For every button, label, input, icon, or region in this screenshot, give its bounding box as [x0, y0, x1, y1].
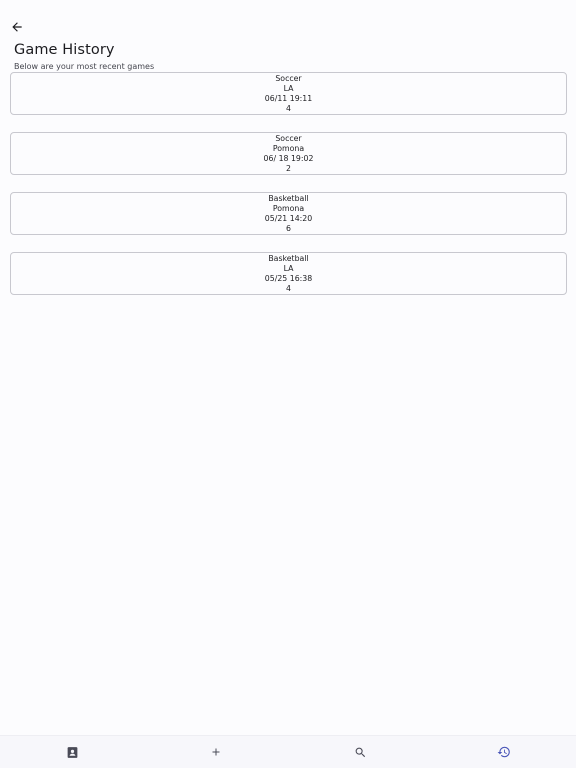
contact-book-icon — [66, 746, 79, 759]
game-count: 4 — [286, 103, 291, 113]
game-datetime: 06/ 18 19:02 — [263, 153, 314, 163]
game-location: LA — [283, 263, 294, 273]
game-card[interactable]: Basketball LA 05/25 16:38 4 — [10, 252, 567, 295]
game-sport: Basketball — [268, 253, 309, 263]
game-location: LA — [283, 83, 294, 93]
game-count: 6 — [286, 223, 291, 233]
game-history-screen: Game History Below are your most recent … — [0, 0, 576, 768]
history-icon — [497, 745, 511, 759]
game-location: Pomona — [272, 143, 305, 153]
add-icon — [210, 746, 222, 758]
game-datetime: 06/11 19:11 — [264, 93, 313, 103]
game-card[interactable]: Soccer LA 06/11 19:11 4 — [10, 72, 567, 115]
game-sport: Soccer — [275, 73, 302, 83]
game-location: Pomona — [272, 203, 305, 213]
game-list: Soccer LA 06/11 19:11 4 Soccer Pomona 06… — [10, 72, 567, 312]
nav-contacts-button[interactable] — [0, 736, 144, 768]
game-card[interactable]: Basketball Pomona 05/21 14:20 6 — [10, 192, 567, 235]
game-datetime: 05/25 16:38 — [264, 273, 313, 283]
game-count: 2 — [286, 163, 291, 173]
game-sport: Basketball — [268, 193, 309, 203]
arrow-back-icon — [10, 20, 24, 34]
game-card[interactable]: Soccer Pomona 06/ 18 19:02 2 — [10, 132, 567, 175]
nav-history-button[interactable] — [432, 736, 576, 768]
back-button[interactable] — [6, 16, 28, 38]
game-datetime: 05/21 14:20 — [264, 213, 313, 223]
page-title: Game History — [14, 42, 115, 58]
search-icon — [354, 746, 367, 759]
bottom-navigation — [0, 735, 576, 768]
game-sport: Soccer — [275, 133, 302, 143]
nav-add-button[interactable] — [144, 736, 288, 768]
game-count: 4 — [286, 283, 291, 293]
page-subtitle: Below are your most recent games — [14, 62, 155, 71]
nav-search-button[interactable] — [288, 736, 432, 768]
